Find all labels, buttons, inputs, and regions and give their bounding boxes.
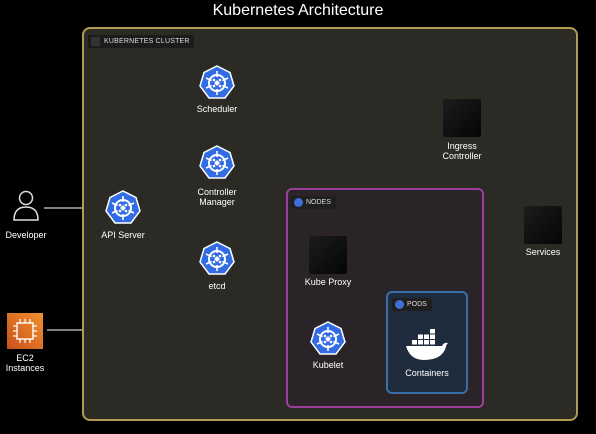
kube-proxy-icon	[309, 236, 347, 274]
controller-manager-label: Controller Manager	[197, 187, 237, 207]
scheduler-label: Scheduler	[196, 104, 238, 114]
services-icon	[524, 206, 562, 244]
docker-whale-icon	[406, 329, 448, 360]
developer-label: Developer	[5, 230, 47, 240]
ingress-controller-label: Ingress Controller	[442, 141, 482, 161]
scheduler-icon	[199, 65, 235, 101]
etcd-label: etcd	[208, 281, 226, 291]
ingress-controller-icon	[443, 99, 481, 137]
api-server-icon	[105, 190, 141, 226]
api-server-label: API Server	[101, 230, 145, 240]
aws-ec2-icon	[7, 313, 43, 349]
containers-label: Containers	[405, 368, 449, 378]
cluster-icon	[91, 37, 100, 46]
kubelet-label: Kubelet	[312, 360, 344, 370]
controller-manager-icon	[199, 145, 235, 181]
kubelet-icon	[310, 321, 346, 357]
pods-label: PODS	[392, 298, 432, 311]
ec2-label: EC2 Instances	[5, 353, 45, 373]
services-label: Services	[525, 247, 561, 257]
nodes-icon	[294, 198, 303, 207]
kube-proxy-label: Kube Proxy	[304, 277, 352, 287]
nodes-label: NODES	[291, 196, 336, 209]
person-icon	[13, 190, 39, 221]
cluster-label: KUBERNETES CLUSTER	[88, 35, 194, 48]
pods-icon	[395, 300, 404, 309]
diagram-title: Kubernetes Architecture	[212, 2, 384, 19]
etcd-icon	[199, 241, 235, 277]
